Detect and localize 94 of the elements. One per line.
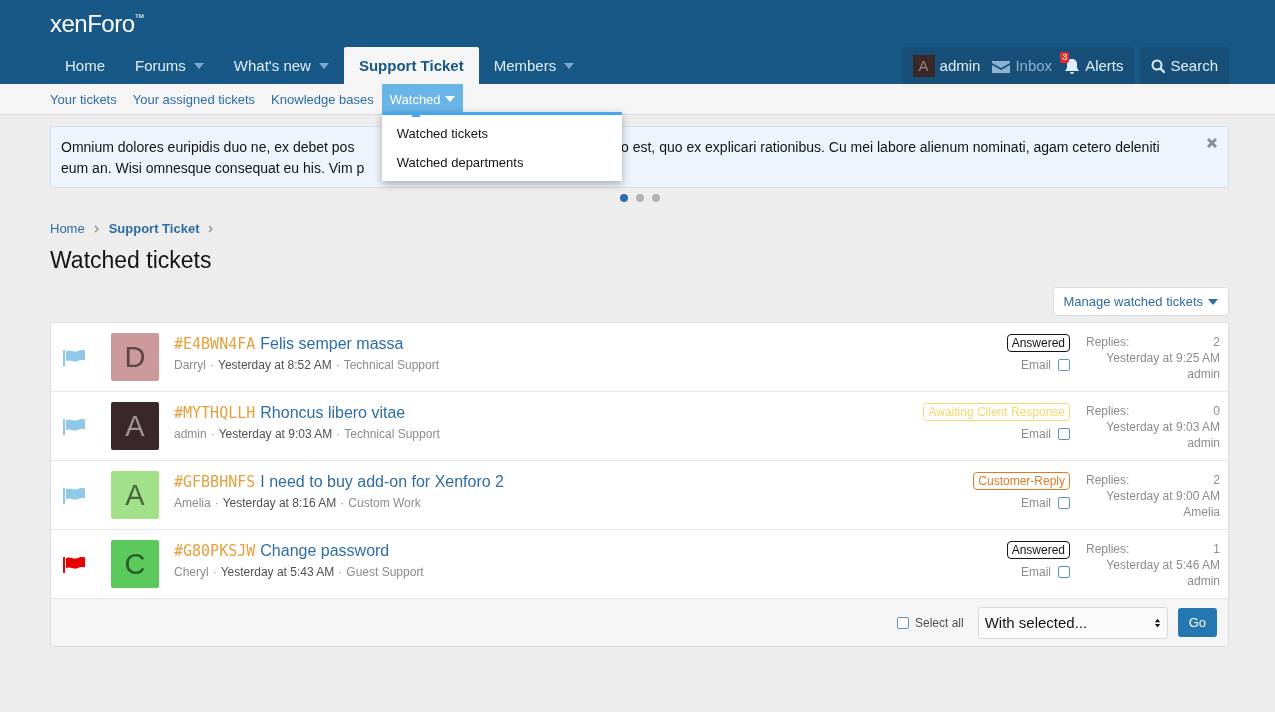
page-title: Watched tickets — [50, 247, 213, 274]
carousel-dot[interactable] — [651, 194, 660, 202]
carousel-dot[interactable] — [635, 194, 644, 202]
action-select[interactable]: With selected... — [977, 606, 1168, 639]
author-link[interactable]: Cheryl — [174, 565, 209, 579]
ticket-time: Yesterday at 9:03 AM — [218, 427, 333, 441]
email-checkbox[interactable] — [1058, 566, 1070, 578]
email-label: Email — [1021, 496, 1051, 510]
chevron-icon — [93, 224, 100, 233]
author-link[interactable]: admin — [174, 427, 207, 441]
last-reply-time: Yesterday at 9:03 AM — [1106, 420, 1220, 434]
ticket-time: Yesterday at 8:16 AM — [222, 496, 337, 510]
replies-label: Replies: — [1086, 473, 1130, 487]
subnav-link[interactable]: Your assigned tickets — [124, 84, 264, 114]
ticket-time: Yesterday at 8:52 AM — [218, 358, 332, 372]
notice-text: Omnium dolores euripidis duo ne, ex debet pos — [61, 138, 356, 157]
email-label: Email — [1021, 358, 1051, 372]
nav-tab[interactable]: Forums — [120, 47, 219, 84]
notice-text: o est, quo ex explicari rationibus. Cu mei labore alienum nominati, agam cetero deleniti — [621, 138, 1160, 157]
replies-count: 1 — [1213, 542, 1220, 556]
status-label: Customer-Reply — [973, 472, 1070, 490]
email-checkbox[interactable] — [1058, 359, 1070, 371]
status-label: Awaiting Client Response — [923, 403, 1070, 421]
avatar: A — [912, 54, 935, 77]
menu-item[interactable]: Watched tickets — [381, 119, 622, 148]
last-reply-user[interactable]: admin — [1187, 367, 1220, 381]
replies-count: 2 — [1213, 473, 1220, 487]
subnav-link[interactable]: Your tickets — [50, 84, 125, 114]
nav-tab[interactable]: Members — [478, 47, 590, 84]
account-link[interactable]: A admin — [906, 47, 987, 84]
last-reply-user[interactable]: Amelia — [1183, 505, 1220, 519]
alert-count-badge: 3 — [1060, 52, 1070, 63]
carousel-dot[interactable] — [619, 194, 628, 202]
last-reply-time: Yesterday at 5:46 AM — [1106, 558, 1220, 572]
avatar[interactable]: D — [111, 333, 159, 381]
author-link[interactable]: Amelia — [174, 496, 211, 510]
separator-dot: · — [214, 496, 219, 510]
separator-dot: · — [340, 496, 345, 510]
department-link[interactable]: Technical Support — [343, 358, 440, 372]
separator-dot: · — [212, 565, 217, 579]
inbox-link[interactable]: Inbox — [986, 47, 1059, 84]
last-reply-time: Yesterday at 9:00 AM — [1106, 489, 1220, 503]
last-reply-user[interactable]: admin — [1187, 436, 1220, 450]
notice-text: eum an. Wisi omnesque consequat eu his. Vim p — [61, 159, 366, 178]
replies-label: Replies: — [1086, 335, 1130, 349]
last-reply-user[interactable]: admin — [1187, 574, 1220, 588]
breadcrumb-link[interactable]: Support Ticket — [108, 221, 200, 236]
menu-item[interactable]: Watched departments — [381, 148, 622, 177]
email-checkbox[interactable] — [1058, 497, 1070, 509]
manage-watched-button[interactable]: Manage watched tickets — [1052, 287, 1229, 316]
nav-tab[interactable]: Support Ticket — [343, 47, 479, 84]
separator-dot: · — [210, 358, 214, 372]
nav-tab[interactable]: Home — [50, 47, 120, 84]
avatar[interactable]: C — [111, 540, 159, 588]
separator-dot: · — [335, 358, 340, 372]
alerts-link[interactable]: Alerts 3 — [1058, 47, 1130, 84]
department-link[interactable]: Custom Work — [348, 496, 421, 510]
avatar[interactable]: A — [111, 471, 159, 519]
status-label: Answered — [1006, 334, 1070, 352]
search-icon — [1151, 58, 1166, 73]
subnav-link[interactable]: Knowledge bases — [263, 84, 382, 114]
trademark-mark: ™ — [134, 12, 145, 23]
breadcrumb-link[interactable]: Home — [50, 221, 85, 236]
separator-dot: · — [336, 427, 341, 441]
replies-label: Replies: — [1086, 542, 1130, 556]
select-all-label: Select all — [914, 615, 964, 630]
nav-tab[interactable]: What's new — [218, 47, 344, 84]
caret-icon — [1208, 298, 1218, 305]
sort-arrows-icon — [1153, 617, 1161, 628]
ticket-title-link[interactable]: I need to buy add-on for Xenforo 2 — [260, 473, 504, 491]
avatar[interactable]: A — [111, 402, 159, 450]
ticket-title-link[interactable]: Change password — [260, 542, 390, 560]
ticket-title-link[interactable]: Felis semper massa — [260, 335, 404, 353]
email-label: Email — [1021, 565, 1051, 579]
chevron-icon — [208, 224, 215, 233]
logo[interactable]: xenForo — [50, 10, 135, 38]
go-button[interactable]: Go — [1177, 608, 1217, 637]
replies-count: 0 — [1213, 404, 1220, 418]
ticket-title-link[interactable]: Rhoncus libero vitae — [260, 404, 406, 422]
ticket-time: Yesterday at 5:43 AM — [220, 565, 335, 579]
separator-dot: · — [338, 565, 343, 579]
department-link[interactable]: Technical Support — [344, 427, 440, 441]
status-label: Answered — [1006, 541, 1070, 559]
email-checkbox[interactable] — [1058, 428, 1070, 440]
email-label: Email — [1021, 427, 1051, 441]
separator-dot: · — [210, 427, 215, 441]
close-icon[interactable] — [1206, 137, 1218, 149]
envelope-icon — [992, 58, 1011, 73]
replies-label: Replies: — [1086, 404, 1130, 418]
last-reply-time: Yesterday at 9:25 AM — [1106, 351, 1220, 365]
select-all-checkbox[interactable] — [896, 616, 909, 629]
replies-count: 2 — [1213, 335, 1220, 349]
author-link[interactable]: Darryl — [174, 358, 206, 372]
department-link[interactable]: Guest Support — [346, 565, 424, 579]
